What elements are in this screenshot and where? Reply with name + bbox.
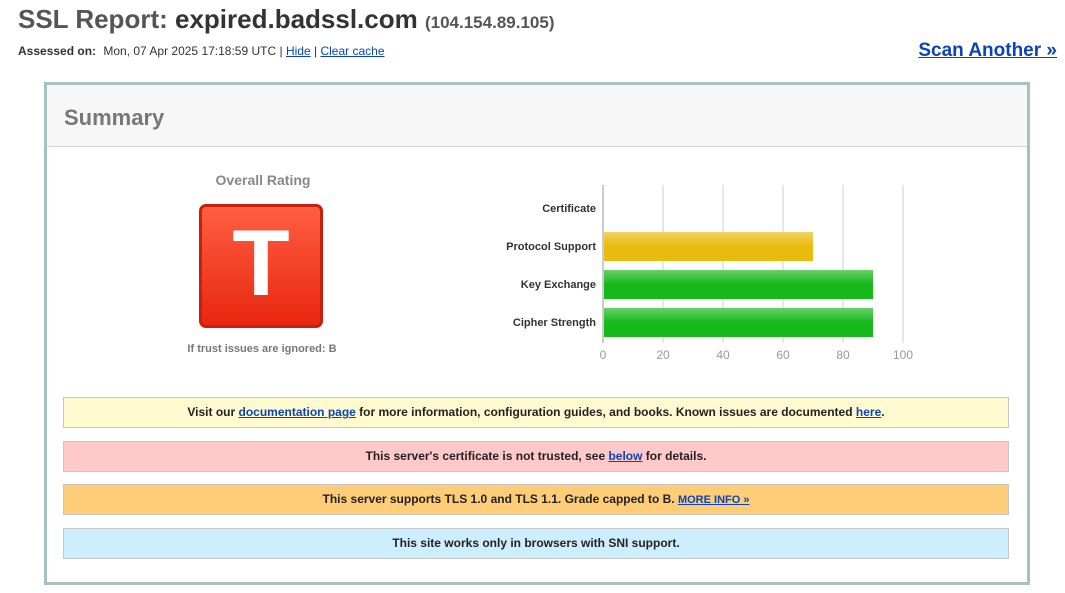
trust-note: If trust issues are ignored: B bbox=[187, 343, 337, 355]
rating-chart: 0 20 40 60 80 100 Certificate Protocol Support… bbox=[447, 185, 947, 375]
grade-badge: T bbox=[199, 204, 323, 328]
tick-label: 80 bbox=[836, 348, 850, 362]
category-label: Protocol Support bbox=[506, 241, 596, 253]
separator: | bbox=[314, 44, 318, 58]
tick-label: 40 bbox=[716, 348, 730, 362]
ip-address: (104.154.89.105) bbox=[424, 13, 555, 32]
summary-panel: Summary Overall Rating T If trust issues… bbox=[44, 82, 1030, 585]
tick-label: 100 bbox=[893, 348, 913, 362]
tick-label: 20 bbox=[656, 348, 670, 362]
below-link[interactable]: below bbox=[608, 449, 642, 463]
separator: | bbox=[279, 44, 283, 58]
category-label: Certificate bbox=[542, 203, 596, 215]
assessed-info: Assessed on: Mon, 07 Apr 2025 17:18:59 U… bbox=[18, 44, 385, 58]
documentation-notice: Visit our documentation page for more in… bbox=[63, 397, 1009, 428]
documentation-page-link[interactable]: documentation page bbox=[239, 405, 356, 419]
doc-notice-post: . bbox=[881, 405, 885, 419]
sni-notice-text: This site works only in browsers with SN… bbox=[392, 536, 680, 550]
more-info-link[interactable]: MORE INFO » bbox=[678, 494, 750, 506]
grade-letter: T bbox=[232, 210, 290, 315]
cert-warning-post: for details. bbox=[642, 449, 707, 463]
page-title: SSL Report: expired.badssl.com (104.154.… bbox=[18, 4, 554, 35]
tick-label: 0 bbox=[600, 348, 607, 362]
doc-notice-mid: for more information, configuration guid… bbox=[355, 405, 856, 419]
assessed-date: Mon, 07 Apr 2025 17:18:59 UTC bbox=[103, 44, 277, 58]
scan-another-link[interactable]: Scan Another » bbox=[918, 40, 1057, 62]
doc-notice-pre: Visit our bbox=[187, 405, 239, 419]
sni-notice: This site works only in browsers with SN… bbox=[63, 528, 1009, 559]
bar-highlight bbox=[604, 270, 873, 299]
tls-warning: This server supports TLS 1.0 and TLS 1.1… bbox=[63, 484, 1009, 515]
tls-warning-text: This server supports TLS 1.0 and TLS 1.1… bbox=[322, 492, 678, 506]
summary-header: Summary bbox=[47, 85, 1027, 147]
summary-title: Summary bbox=[64, 105, 165, 130]
overall-rating-label: Overall Rating bbox=[215, 172, 311, 188]
assessed-label: Assessed on: bbox=[18, 44, 97, 58]
certificate-warning: This server's certificate is not trusted… bbox=[63, 441, 1009, 472]
title-prefix: SSL Report: bbox=[18, 4, 175, 34]
known-issues-link[interactable]: here bbox=[856, 405, 881, 419]
bar-highlight bbox=[604, 232, 813, 261]
cert-warning-pre: This server's certificate is not trusted… bbox=[365, 449, 609, 463]
tick-label: 60 bbox=[776, 348, 790, 362]
clear-cache-link[interactable]: Clear cache bbox=[320, 44, 384, 58]
hide-link[interactable]: Hide bbox=[286, 44, 311, 58]
host-name: expired.badssl.com bbox=[174, 4, 418, 34]
category-label: Cipher Strength bbox=[512, 317, 596, 329]
bar-highlight bbox=[604, 308, 873, 337]
category-label: Key Exchange bbox=[520, 279, 596, 291]
